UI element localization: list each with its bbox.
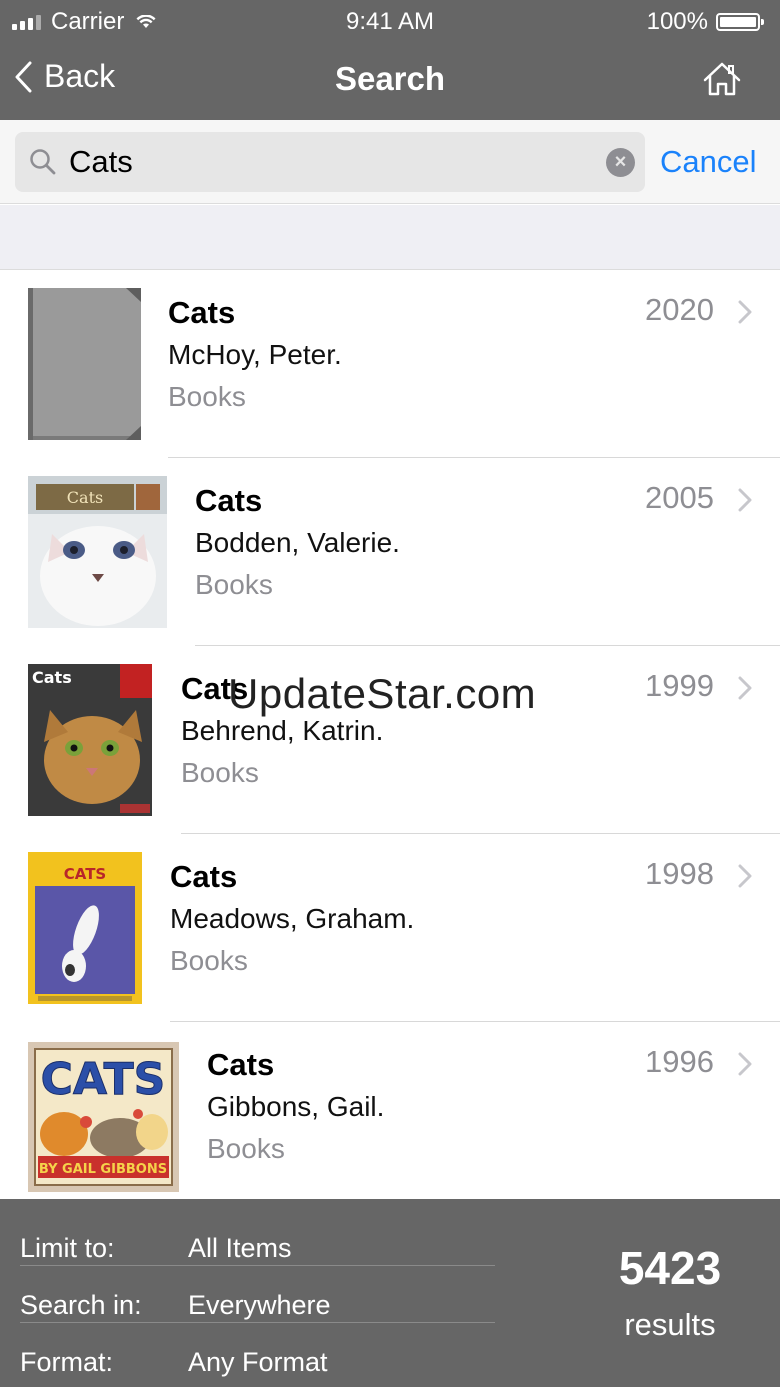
result-title: Cats	[170, 859, 238, 894]
section-spacer	[0, 205, 780, 270]
watermark: UpdateStar.com	[228, 670, 537, 717]
filter-label: Search in:	[20, 1290, 142, 1320]
result-row[interactable]: Cats McHoy, Peter. Books 2020	[0, 270, 780, 458]
result-info: Cats Gibbons, Gail. Books	[207, 1044, 384, 1170]
result-author: Gibbons, Gail.	[207, 1091, 385, 1122]
filter-label: Limit to:	[20, 1233, 115, 1263]
battery-icon	[716, 13, 764, 31]
filter-limit-to[interactable]: Limit to: All Items	[20, 1209, 495, 1266]
result-format: Books	[170, 945, 248, 976]
result-info: Cats Meadows, Graham. Books	[170, 856, 414, 982]
result-row[interactable]: CATS BY GAIL GIBBONS Cats Gibbons, Gail.…	[0, 1022, 780, 1199]
cover-title: Cats	[67, 488, 103, 507]
cover-title: CATS	[41, 1054, 166, 1105]
result-info: Cats Bodden, Valerie. Books	[195, 480, 400, 606]
page-title: Search	[334, 60, 446, 97]
filter-value: Everywhere	[188, 1290, 331, 1320]
search-filter-footer: Limit to: All Items Search in: Everywher…	[0, 1199, 780, 1387]
cover-title: CATS	[64, 865, 107, 883]
cover-subtitle: BY GAIL GIBBONS	[39, 1162, 167, 1177]
result-year: 1998	[645, 856, 714, 891]
result-format: Books	[195, 569, 273, 600]
result-format: Books	[168, 381, 246, 412]
result-row[interactable]: Cats Cats Bodden, Valerie. Books 2005	[0, 458, 780, 646]
filter-value: All Items	[188, 1233, 292, 1263]
chevron-right-icon	[738, 864, 752, 888]
battery-percent: 100%	[646, 8, 708, 35]
result-format: Books	[207, 1133, 285, 1164]
search-icon	[30, 149, 56, 175]
search-input[interactable]: Cats ×	[15, 132, 645, 192]
search-bar: Cats × Cancel	[0, 120, 780, 204]
result-year: 2005	[645, 480, 714, 515]
result-title: Cats	[207, 1047, 275, 1082]
chevron-right-icon	[738, 300, 752, 324]
cancel-button[interactable]: Cancel	[660, 144, 757, 180]
filter-search-in[interactable]: Search in: Everywhere	[20, 1266, 495, 1323]
result-title: Cats	[195, 483, 263, 518]
book-cover-image: CATS BY GAIL GIBBONS	[28, 1042, 179, 1192]
navigation-bar: Back Search	[0, 42, 780, 120]
chevron-right-icon	[738, 676, 752, 700]
filter-label: Format:	[20, 1347, 114, 1377]
results-list[interactable]: Cats McHoy, Peter. Books 2020 Cats Cats …	[0, 270, 780, 1199]
book-cover-image: CATS	[28, 852, 142, 1004]
result-row[interactable]: CATS Cats Meadows, Graham. Books 1998	[0, 834, 780, 1022]
status-bar: Carrier 9:41 AM 100%	[0, 0, 780, 42]
result-year: 1999	[645, 668, 714, 703]
status-right: 100%	[646, 8, 764, 36]
result-info: Cats McHoy, Peter. Books	[168, 292, 342, 418]
book-cover-image: Cats	[28, 664, 152, 816]
filter-format[interactable]: Format: Any Format	[20, 1323, 495, 1380]
chevron-right-icon	[738, 488, 752, 512]
cover-title: Cats	[32, 668, 72, 687]
book-cover-image	[28, 288, 141, 440]
book-cover-image: Cats	[28, 476, 167, 628]
search-query[interactable]: Cats	[69, 144, 133, 180]
result-year: 1996	[645, 1044, 714, 1079]
filter-value: Any Format	[188, 1347, 328, 1377]
result-format: Books	[181, 757, 259, 788]
chevron-right-icon	[738, 1052, 752, 1076]
result-author: McHoy, Peter.	[168, 339, 342, 370]
home-icon[interactable]	[702, 60, 742, 100]
result-author: Bodden, Valerie.	[195, 527, 400, 558]
clear-icon[interactable]: ×	[606, 148, 635, 177]
result-title: Cats	[168, 295, 236, 330]
result-year: 2020	[645, 292, 714, 327]
result-count-label: results	[624, 1307, 716, 1342]
result-count: 5423	[618, 1242, 722, 1294]
result-author: Meadows, Graham.	[170, 903, 415, 934]
